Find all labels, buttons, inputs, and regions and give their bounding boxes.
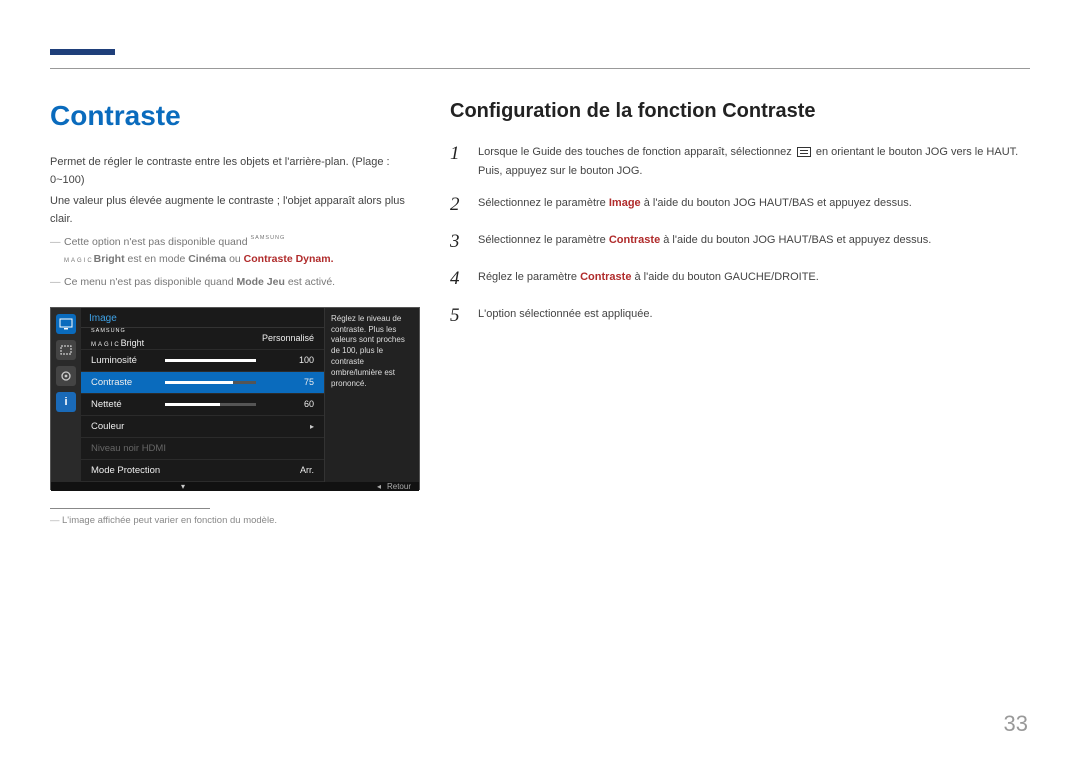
- step-2-num: 2: [450, 194, 478, 217]
- step2-hl: Image: [609, 197, 641, 209]
- slider-nettete: [165, 403, 256, 406]
- osd-sidebar: i: [51, 308, 81, 482]
- step-3-text: Sélectionnez le paramètre Contraste à l'…: [478, 231, 931, 254]
- info-icon: i: [56, 392, 76, 412]
- osd-nettete-value: 60: [264, 399, 314, 409]
- gear-icon: [56, 366, 76, 386]
- osd-screenshot: i Image SAMSUNG MAGICBright Personnalisé …: [50, 307, 420, 490]
- note-2: Ce menu n'est pas disponible quand Mode …: [50, 274, 420, 291]
- header-tab: [50, 49, 115, 55]
- osd-hdmi-label: Niveau noir HDMI: [91, 443, 166, 454]
- note2-modejeu: Mode Jeu: [236, 276, 284, 288]
- osd-luminosite-label: Luminosité: [91, 355, 153, 366]
- osd-bright-small: SAMSUNG: [91, 328, 126, 334]
- osd-bright-label: SAMSUNG MAGICBright: [91, 328, 153, 348]
- note1-dynam: Contraste Dynam.: [244, 253, 334, 265]
- step2-b: à l'aide du bouton JOG HAUT/BAS et appuy…: [641, 197, 912, 209]
- step-2-text: Sélectionnez le paramètre Image à l'aide…: [478, 194, 912, 217]
- step-2: 2 Sélectionnez le paramètre Image à l'ai…: [450, 194, 1025, 217]
- step-5-num: 5: [450, 305, 478, 328]
- osd-couleur-label: Couleur: [91, 421, 153, 432]
- osd-bright-value: Personnalisé: [262, 333, 314, 343]
- step4-a: Réglez le paramètre: [478, 271, 580, 283]
- step-5-text: L'option sélectionnée est appliquée.: [478, 305, 653, 328]
- header-divider: [50, 68, 1030, 69]
- osd-title: Image: [81, 308, 324, 328]
- osd-bright-main: Bright: [121, 338, 145, 348]
- note1-text-c: ou: [226, 253, 244, 265]
- step-1-text: Lorsque le Guide des touches de fonction…: [478, 143, 1025, 180]
- step2-a: Sélectionnez le paramètre: [478, 197, 609, 209]
- osd-row-bright: SAMSUNG MAGICBright Personnalisé: [81, 328, 324, 350]
- chevron-left-icon: ◂: [377, 482, 381, 491]
- step-4: 4 Réglez le paramètre Contraste à l'aide…: [450, 268, 1025, 291]
- monitor-icon: [56, 314, 76, 334]
- intro-line-2: Une valeur plus élevée augmente le contr…: [50, 193, 420, 228]
- step-1-num: 1: [450, 143, 478, 180]
- osd-row-hdmi: Niveau noir HDMI: [81, 438, 324, 460]
- section-heading: Configuration de la fonction Contraste: [450, 100, 1025, 123]
- note2-text-b: est activé.: [285, 276, 335, 288]
- slider-contraste: [165, 381, 256, 384]
- page-title: Contraste: [50, 100, 420, 132]
- intro-line-1: Permet de régler le contraste entre les …: [50, 154, 420, 189]
- osd-footer: ▾ ◂ Retour: [51, 482, 419, 491]
- step4-hl: Contraste: [580, 271, 631, 283]
- osd-row-couleur: Couleur ▸: [81, 416, 324, 438]
- note2-text-a: Ce menu n'est pas disponible quand: [64, 276, 236, 288]
- note1-text-a: Cette option n'est pas disponible quand: [64, 236, 250, 248]
- slider-luminosite: [165, 359, 256, 362]
- osd-contraste-value: 75: [264, 377, 314, 387]
- osd-contraste-label: Contraste: [91, 377, 153, 388]
- osd-row-luminosite: Luminosité 100: [81, 350, 324, 372]
- note1-cinema: Cinéma: [188, 253, 226, 265]
- frame-icon: [56, 340, 76, 360]
- step-4-num: 4: [450, 268, 478, 291]
- osd-nettete-label: Netteté: [91, 399, 153, 410]
- step-3: 3 Sélectionnez le paramètre Contraste à …: [450, 231, 1025, 254]
- osd-protection-value: Arr.: [264, 465, 314, 475]
- page-number: 33: [1004, 711, 1028, 737]
- osd-protection-label: Mode Protection: [91, 465, 160, 476]
- step3-b: à l'aide du bouton JOG HAUT/BAS et appuy…: [660, 234, 931, 246]
- osd-bright-mid: MAGIC: [91, 342, 121, 348]
- chevron-right-icon: ▸: [310, 422, 314, 431]
- magic-mid: MAGIC: [64, 258, 94, 264]
- step1-a: Lorsque le Guide des touches de fonction…: [478, 146, 795, 158]
- step-5: 5 L'option sélectionnée est appliquée.: [450, 305, 1025, 328]
- osd-description: Réglez le niveau de contraste. Plus les …: [324, 308, 419, 482]
- osd-row-nettete: Netteté 60: [81, 394, 324, 416]
- step-1: 1 Lorsque le Guide des touches de foncti…: [450, 143, 1025, 180]
- step3-a: Sélectionnez le paramètre: [478, 234, 609, 246]
- magic-small: SAMSUNG: [250, 235, 285, 241]
- footnote-divider: [50, 508, 210, 509]
- right-column: Configuration de la fonction Contraste 1…: [450, 100, 1025, 342]
- left-column: Contraste Permet de régler le contraste …: [50, 100, 420, 526]
- step-3-num: 3: [450, 231, 478, 254]
- chevron-down-icon: ▾: [181, 482, 185, 491]
- note1-text-b: est en mode: [125, 253, 189, 265]
- footnote: L'image affichée peut varier en fonction…: [50, 515, 420, 526]
- osd-row-contraste: Contraste 75: [81, 372, 324, 394]
- step4-b: à l'aide du bouton GAUCHE/DROITE.: [631, 271, 818, 283]
- step-4-text: Réglez le paramètre Contraste à l'aide d…: [478, 268, 819, 291]
- menu-icon: [797, 147, 811, 157]
- step3-hl: Contraste: [609, 234, 660, 246]
- osd-luminosite-value: 100: [264, 355, 314, 365]
- osd-row-protection: Mode Protection Arr.: [81, 460, 324, 482]
- osd-return-label: Retour: [387, 482, 411, 491]
- note-1: Cette option n'est pas disponible quand …: [50, 234, 420, 268]
- osd-main: Image SAMSUNG MAGICBright Personnalisé Lu…: [81, 308, 324, 482]
- note1-bright: Bright: [94, 253, 125, 265]
